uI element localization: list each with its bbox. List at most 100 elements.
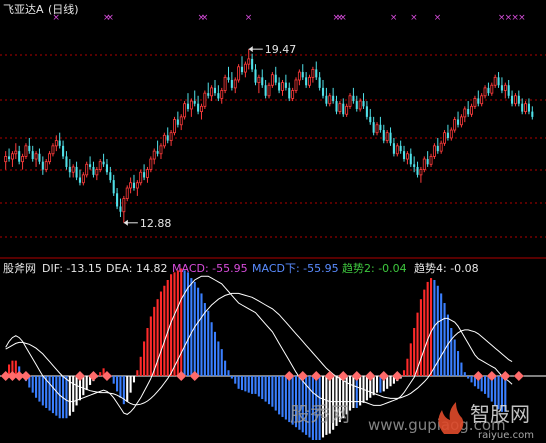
candle — [517, 90, 520, 107]
candle-body — [409, 153, 412, 165]
candle-body — [419, 169, 423, 176]
candle — [399, 140, 402, 154]
candle — [382, 124, 385, 144]
candle-body — [315, 69, 318, 78]
candle-body — [443, 132, 446, 144]
candle — [419, 166, 423, 183]
candle-body — [369, 116, 372, 123]
candle — [220, 87, 224, 104]
macd-bar — [274, 376, 277, 411]
candle-body — [432, 145, 436, 157]
candle-body — [200, 105, 203, 113]
candle — [422, 156, 426, 173]
candle-body — [28, 145, 31, 152]
macd-bar — [139, 356, 142, 376]
macd-bar — [389, 376, 392, 387]
candle-body — [41, 161, 44, 170]
candle-body — [332, 95, 335, 102]
macd-bar — [402, 370, 406, 376]
candle-body — [382, 130, 385, 141]
candle-body — [284, 82, 287, 88]
macd-bar — [234, 376, 237, 384]
candle-body — [453, 119, 457, 131]
macd-bar — [48, 376, 51, 411]
candle-body — [85, 163, 89, 176]
macd-bar — [200, 293, 203, 376]
candle — [10, 151, 14, 167]
macd-bar — [35, 376, 38, 398]
macd-bar — [251, 376, 254, 394]
signal-marker: × — [434, 13, 442, 23]
candle-body — [308, 76, 311, 86]
candle-body — [335, 101, 338, 112]
candle — [342, 98, 345, 117]
macd-bar — [257, 376, 260, 397]
candle — [38, 148, 41, 165]
trend4-label: 趋势4: -0.08 — [414, 262, 479, 275]
candle-body — [389, 132, 392, 144]
candle — [85, 161, 89, 178]
candle-body — [75, 166, 78, 178]
candle — [395, 143, 399, 157]
candle-body — [197, 103, 200, 112]
candle-body — [395, 145, 399, 155]
candle — [305, 72, 308, 88]
candle-body — [217, 93, 220, 99]
price-annotations: 19.47 12.88 — [123, 43, 296, 230]
candle — [402, 145, 406, 162]
watermark-left: 股秀网 — [290, 402, 350, 426]
candle-body — [65, 156, 68, 167]
candle — [288, 82, 291, 102]
candle-body — [517, 95, 520, 104]
candle — [436, 137, 439, 154]
candle — [119, 198, 122, 218]
macd-bar — [72, 376, 75, 412]
candle — [152, 148, 156, 165]
candle — [365, 101, 368, 120]
candle — [521, 98, 524, 115]
signal-marker: × — [410, 13, 418, 23]
candle — [500, 77, 503, 94]
candle — [311, 66, 315, 83]
macd-bar — [409, 343, 412, 376]
candle — [321, 79, 325, 99]
candle — [453, 116, 457, 133]
candle — [413, 156, 416, 173]
candle — [217, 85, 220, 102]
macd-bar — [82, 376, 85, 396]
candle-body — [169, 132, 173, 141]
macd-bar — [51, 376, 54, 414]
candle — [264, 79, 267, 99]
macd-bar — [112, 376, 115, 384]
candle-body — [278, 82, 281, 91]
annotation-arrowhead — [123, 219, 128, 226]
candle — [247, 49, 251, 70]
candle-body — [21, 155, 25, 163]
candle — [109, 166, 112, 183]
candle — [426, 151, 429, 167]
candle — [62, 140, 65, 160]
candle-body — [44, 161, 48, 170]
macd-label: MACD: -55.95 — [172, 262, 248, 275]
candle — [68, 159, 71, 178]
candle-body — [416, 166, 419, 175]
candle-body — [267, 84, 271, 97]
candle-body — [493, 76, 497, 86]
candle — [18, 145, 21, 165]
candle — [439, 140, 443, 154]
candle — [338, 101, 342, 115]
macd-bar — [244, 376, 247, 392]
candle-body — [338, 103, 342, 112]
macd-bar — [254, 376, 257, 394]
signal-marker: × — [245, 13, 253, 23]
candle — [41, 156, 44, 175]
macd-bar — [429, 278, 433, 376]
macd-bar — [38, 376, 41, 402]
candle-body — [477, 98, 480, 104]
candle-body — [183, 103, 187, 118]
candle-body — [297, 71, 301, 81]
signal-marker: × — [201, 13, 209, 23]
candle-body — [227, 77, 230, 80]
candle — [409, 148, 412, 167]
macd-bar — [423, 289, 426, 376]
